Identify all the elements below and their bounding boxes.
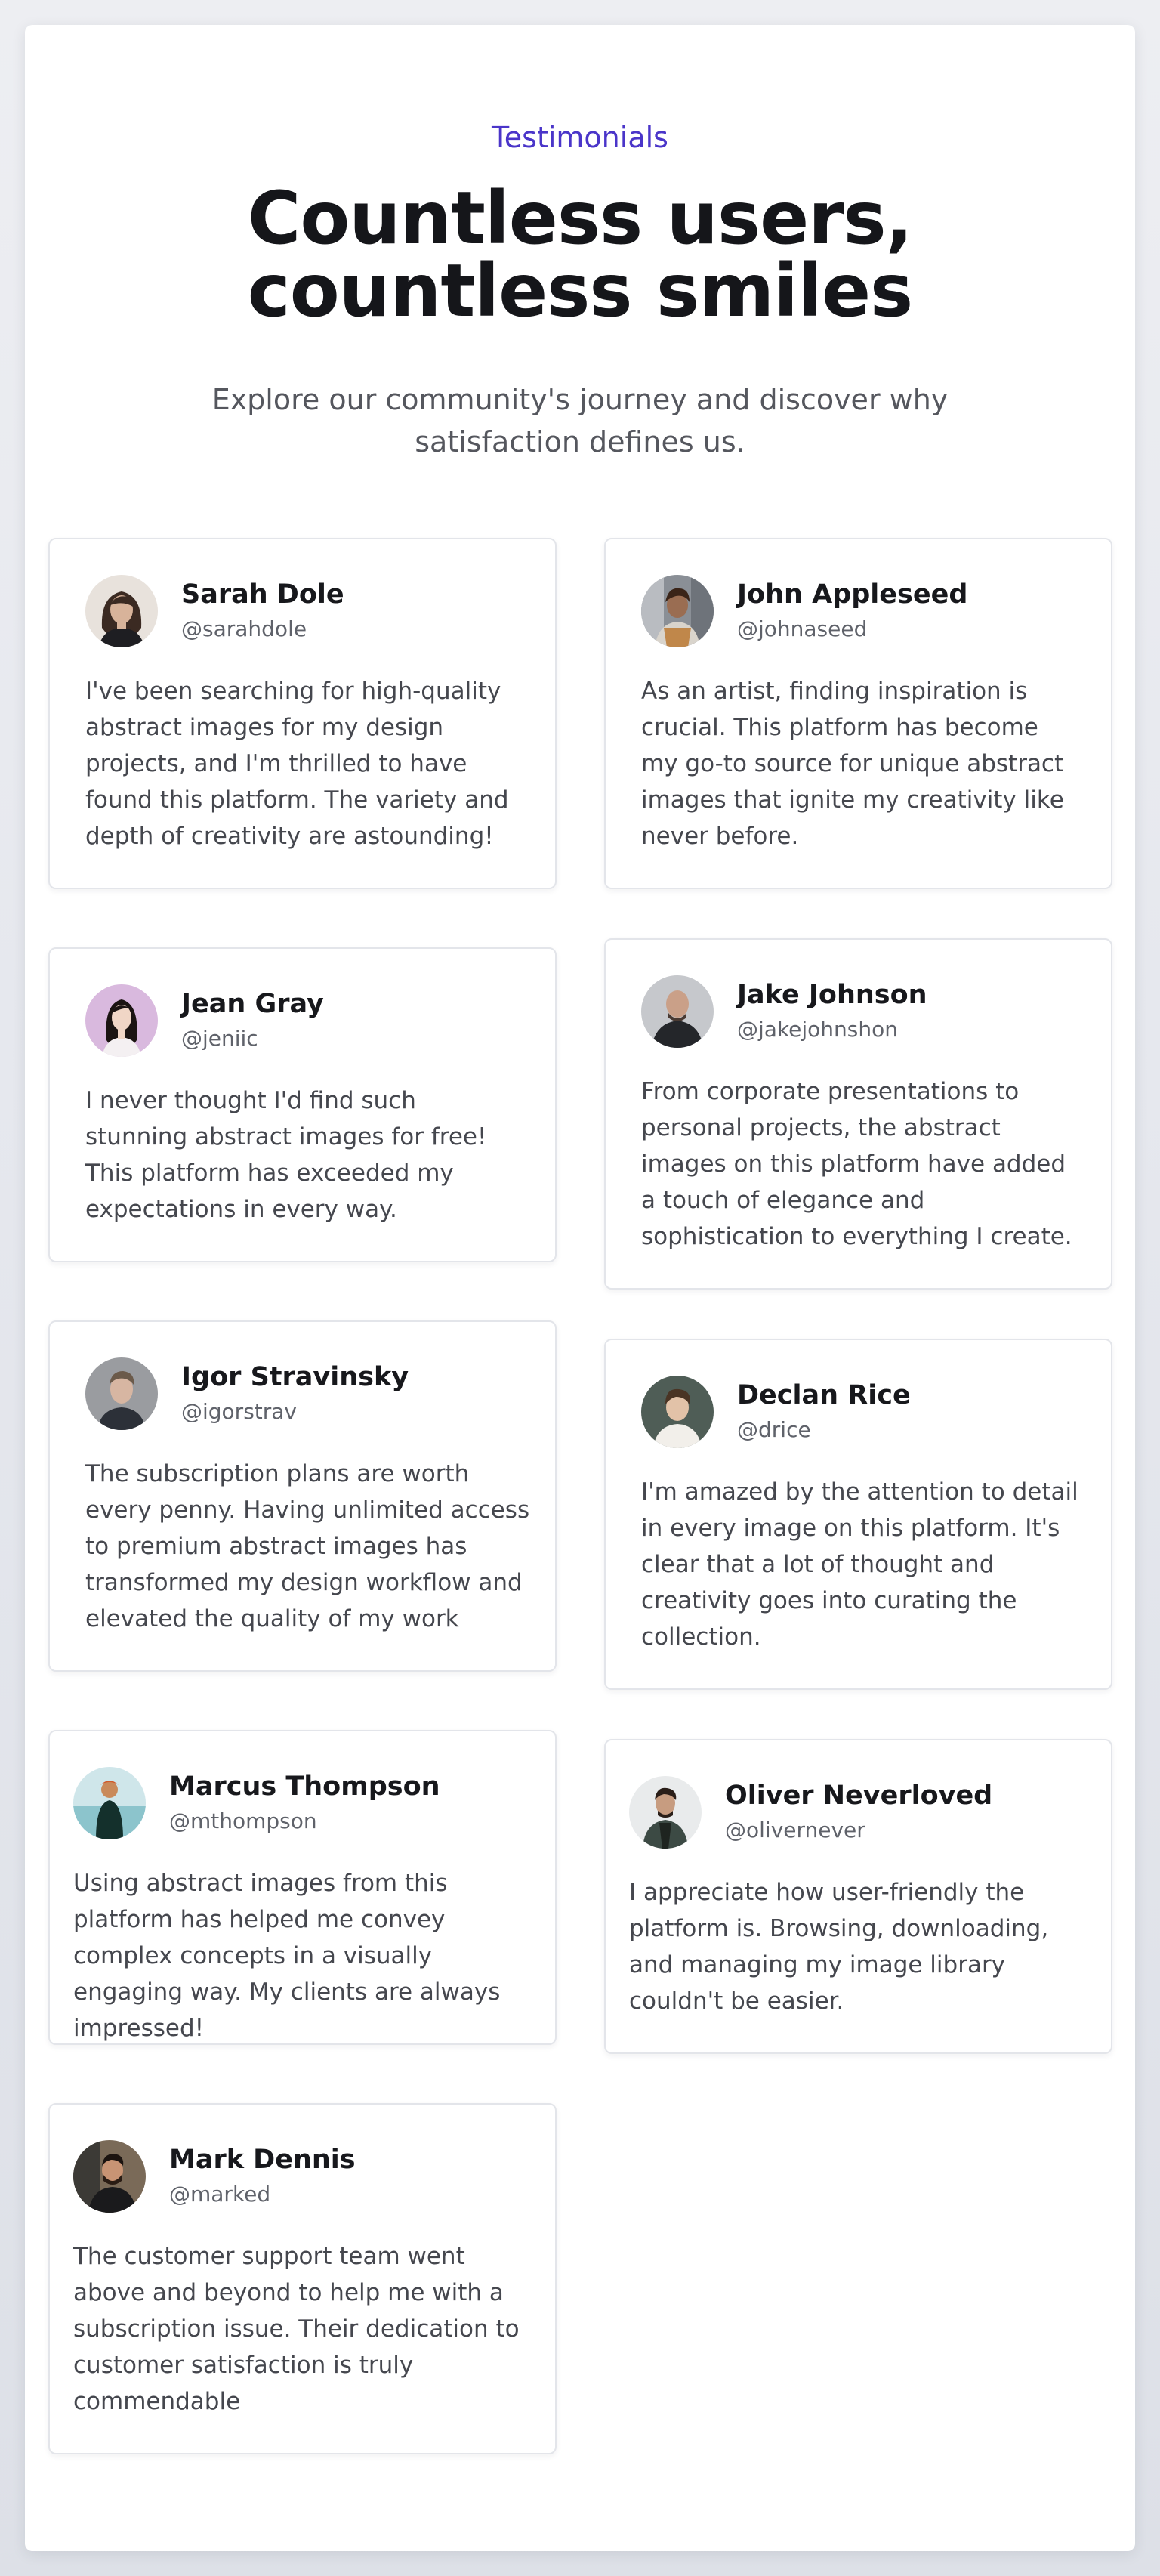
testimonial-card: Jean Gray @jeniic I never thought I'd fi… [48, 947, 557, 1262]
testimonial-card: Marcus Thompson @mthompson Using abstrac… [48, 1730, 557, 2045]
man-portrait-avatar [73, 1767, 146, 1839]
user-avatar [629, 1776, 702, 1849]
woman-portrait-avatar [85, 984, 158, 1057]
testimonial-quote: I never thought I'd find such stunning a… [85, 1087, 487, 1223]
user-name: Jake Johnson [737, 980, 927, 1010]
user-avatar [73, 1767, 146, 1839]
user-avatar [641, 975, 714, 1048]
testimonial-card: Sarah Dole @sarahdole I've been searchin… [48, 538, 557, 889]
user-handle: @jakejohnshon [737, 1017, 898, 1042]
user-avatar [85, 1357, 158, 1430]
woman-portrait-avatar [85, 575, 158, 647]
user-handle: @johnaseed [737, 616, 868, 641]
man-portrait-avatar [85, 1357, 158, 1430]
testimonial-quote: The customer support team went above and… [73, 2243, 520, 2415]
man-portrait-avatar [73, 2140, 146, 2213]
user-avatar [73, 2140, 146, 2213]
user-avatar [85, 575, 158, 647]
user-handle: @marked [169, 2182, 271, 2207]
testimonial-card: Mark Dennis @marked The customer support… [48, 2103, 557, 2454]
testimonial-card: Oliver Neverloved @olivernever I appreci… [604, 1739, 1112, 2054]
user-avatar [85, 984, 158, 1057]
user-name: Marcus Thompson [169, 1771, 440, 1802]
man-portrait-avatar [641, 1376, 714, 1448]
testimonial-quote: As an artist, finding inspiration is cru… [641, 678, 1064, 850]
testimonial-card: John Appleseed @johnaseed As an artist, … [604, 538, 1112, 889]
man-portrait-avatar [641, 575, 714, 647]
user-name: Jean Gray [181, 989, 324, 1019]
user-name: Declan Rice [737, 1380, 911, 1410]
user-avatar [641, 575, 714, 647]
testimonial-card: Igor Stravinsky @igorstrav The subscript… [48, 1320, 557, 1672]
user-handle: @igorstrav [181, 1399, 298, 1424]
man-portrait-avatar [629, 1776, 702, 1849]
user-name: Igor Stravinsky [181, 1362, 409, 1392]
page-title: Countless users, countless smiles [247, 176, 913, 333]
man-portrait-avatar [641, 975, 714, 1048]
testimonial-quote: I've been searching for high-quality abs… [85, 678, 509, 850]
section-eyebrow: Testimonials [492, 121, 668, 154]
user-handle: @sarahdole [181, 616, 307, 641]
testimonials-page: Testimonials Countless users, countless … [25, 25, 1135, 2551]
user-name: Sarah Dole [181, 579, 344, 610]
testimonial-card: Declan Rice @drice I'm amazed by the att… [604, 1339, 1112, 1690]
user-handle: @drice [737, 1417, 811, 1442]
user-name: Oliver Neverloved [725, 1781, 993, 1811]
testimonial-quote: Using abstract images from this platform… [73, 1870, 501, 2042]
user-name: Mark Dennis [169, 2145, 356, 2175]
testimonial-card: Jake Johnson @jakejohnshon From corporat… [604, 938, 1112, 1290]
page-subtitle: Explore our community's journey and disc… [211, 383, 949, 459]
user-name: John Appleseed [737, 579, 968, 610]
user-avatar [641, 1376, 714, 1448]
testimonial-quote: I appreciate how user-friendly the platf… [629, 1879, 1049, 2015]
testimonial-quote: I'm amazed by the attention to detail in… [641, 1478, 1078, 1651]
user-handle: @jeniic [181, 1026, 258, 1051]
user-handle: @mthompson [169, 1808, 317, 1833]
testimonial-quote: From corporate presentations to personal… [641, 1078, 1072, 1250]
testimonial-quote: The subscription plans are worth every p… [85, 1460, 530, 1632]
user-handle: @olivernever [725, 1818, 865, 1842]
